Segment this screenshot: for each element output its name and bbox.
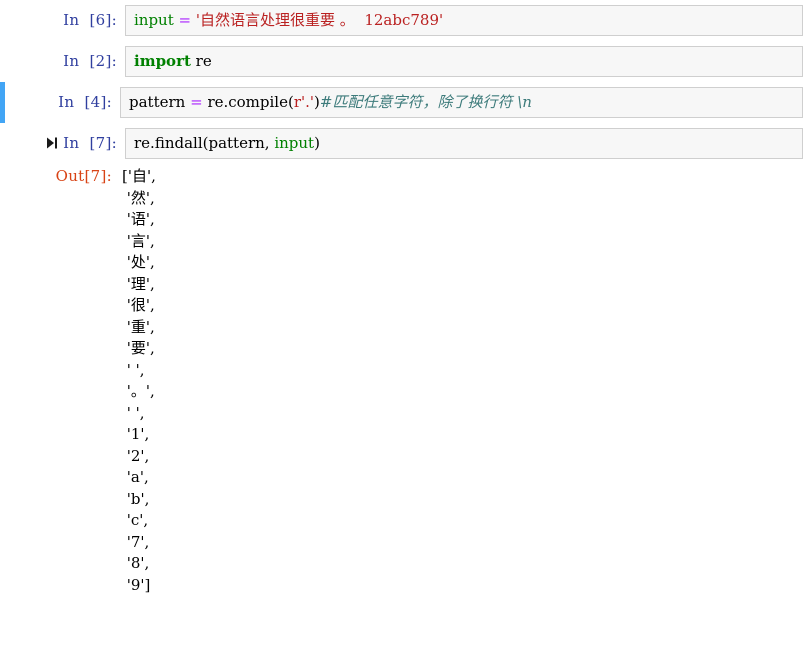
code-token-builtin: input [134, 11, 174, 29]
notebook-cell[interactable]: In [7]: re.findall(pattern, input) [0, 123, 803, 164]
cell-gutter: In [2]: [5, 46, 125, 76]
output-prompt: Out[7]: [55, 167, 112, 185]
cell-gutter: In [4]: [5, 87, 120, 117]
cell-prompt: In [7]: [63, 134, 117, 152]
output-line: '然', [122, 188, 155, 207]
output-line: 'b', [122, 489, 150, 508]
output-text: ['自', '然', '语', '言', '处', '理', '很', '重',… [120, 166, 803, 596]
code-token-plain: pattern [129, 93, 186, 111]
output-gutter: Out[7]: [0, 166, 120, 185]
code-input[interactable]: pattern = re.compile(r'.')#匹配任意字符，除了换行符 … [120, 87, 803, 118]
code-token-string: r'.' [293, 93, 315, 111]
cell-gutter: In [6]: [5, 5, 125, 35]
code-token-op: = [190, 93, 203, 111]
notebook-cell[interactable]: In [4]: pattern = re.compile(r'.')#匹配任意字符… [0, 82, 803, 123]
code-token-plain: re.findall(pattern, [134, 134, 275, 152]
output-line: '言', [122, 231, 155, 250]
notebook-cells: In [6]: input = '自然语言处理很重要 。 12abc789' In … [0, 0, 803, 164]
output-line: '9'] [122, 575, 151, 594]
code-input[interactable]: input = '自然语言处理很重要 。 12abc789' [125, 5, 803, 36]
cell-prompt: In [6]: [63, 11, 117, 29]
cell-prompt: In [2]: [63, 52, 117, 70]
notebook-cell[interactable]: In [6]: input = '自然语言处理很重要 。 12abc789' [0, 0, 803, 41]
output-line: '2', [122, 446, 150, 465]
code-token-comment: #匹配任意字符，除了换行符 \n [319, 93, 532, 111]
code-input[interactable]: re.findall(pattern, input) [125, 128, 803, 159]
code-token-string: '自然语言处理很重要 。 12abc789' [195, 11, 444, 29]
code-input[interactable]: import re [125, 46, 803, 77]
output-line: '语', [122, 210, 155, 228]
output-line: '8', [122, 554, 150, 572]
output-line: '要', [122, 339, 155, 357]
output-line: '7', [122, 532, 150, 551]
notebook-cell[interactable]: In [2]: import re [0, 41, 803, 82]
output-line: ' ', [122, 403, 145, 422]
output-line: ['自', [122, 167, 156, 185]
output-line: '重', [122, 317, 155, 336]
code-token-builtin: input [274, 134, 315, 152]
output-line: '很', [122, 296, 155, 314]
code-token-plain: re [190, 52, 212, 70]
output-line: 'c', [122, 511, 149, 529]
output-line: '1', [122, 425, 150, 443]
output-line: ' ', [122, 360, 145, 379]
output-line: 'a', [122, 468, 149, 486]
notebook-container: In [6]: input = '自然语言处理很重要 。 12abc789' In … [0, 0, 803, 596]
output-line: '。', [122, 382, 155, 400]
cell-gutter: In [7]: [5, 128, 125, 158]
output-line: '理', [122, 274, 155, 293]
code-token-kw: import [134, 52, 191, 70]
code-token-plain: ) [314, 134, 320, 152]
code-token-op: = [178, 11, 192, 29]
code-token-plain: re.compile( [202, 93, 294, 111]
run-step-icon[interactable] [45, 136, 59, 150]
output-line: '处', [122, 253, 155, 271]
cell-output-area: Out[7]: ['自', '然', '语', '言', '处', '理', '… [0, 164, 803, 596]
cell-prompt: In [4]: [58, 93, 112, 111]
